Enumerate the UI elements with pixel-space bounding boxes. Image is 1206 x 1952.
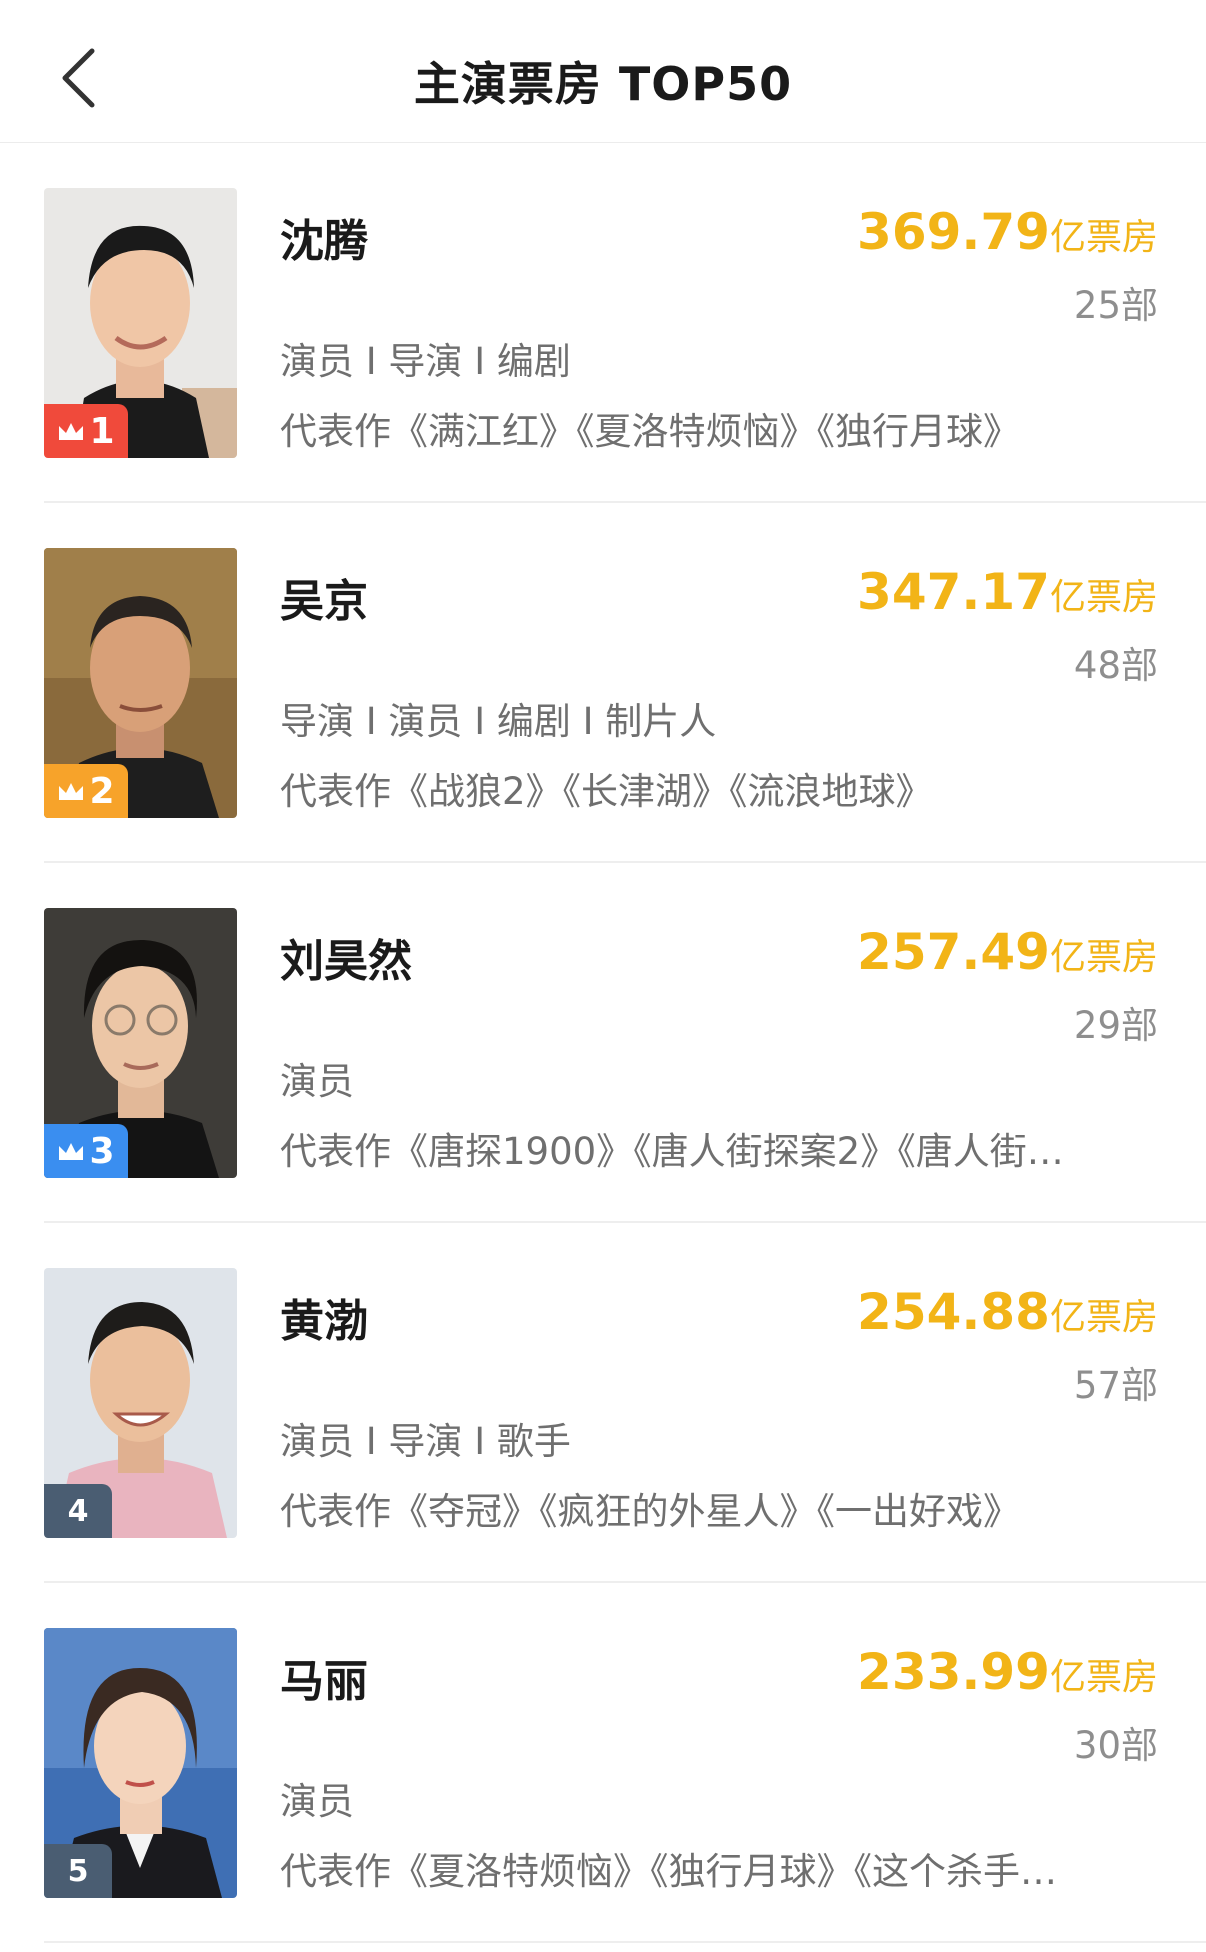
- list-item[interactable]: 2 吴京 347.17亿票房 48部 导演 I 演员 I 编剧 I 制片人 代表…: [0, 503, 1206, 863]
- actor-roles: 导演 I 演员 I 编剧 I 制片人: [280, 700, 717, 743]
- box-office-unit: 亿票房: [1049, 217, 1158, 258]
- avatar: 5: [44, 1628, 237, 1898]
- list-item[interactable]: 3 刘昊然 257.49亿票房 29部 演员 代表作《唐探1900》《唐人街探案…: [0, 863, 1206, 1223]
- box-office-value: 347.17: [857, 563, 1050, 621]
- rank-number: 1: [89, 410, 115, 452]
- actor-name: 吴京: [280, 576, 368, 627]
- divider: [44, 1941, 1206, 1943]
- film-count: 48部: [1073, 644, 1158, 687]
- list-item[interactable]: 4 黄渤 254.88亿票房 57部 演员 I 导演 I 歌手 代表作《夺冠》《…: [0, 1223, 1206, 1583]
- box-office: 369.79亿票房: [857, 203, 1158, 261]
- rank-number: 5: [67, 1853, 89, 1889]
- actor-roles: 演员 I 导演 I 歌手: [280, 1420, 571, 1463]
- crown-icon: [59, 783, 84, 800]
- film-count: 57部: [1073, 1364, 1158, 1407]
- actor-name: 马丽: [280, 1656, 368, 1707]
- avatar: 2: [44, 548, 237, 818]
- box-office-unit: 亿票房: [1049, 1657, 1158, 1698]
- crown-icon: [59, 423, 84, 440]
- rank-number: 3: [89, 1130, 115, 1172]
- actor-name: 刘昊然: [280, 936, 412, 987]
- representative-works: 代表作《唐探1900》《唐人街探案2》《唐人街…: [280, 1130, 1064, 1173]
- film-count: 25部: [1073, 284, 1158, 327]
- actor-roles: 演员 I 导演 I 编剧: [280, 340, 571, 383]
- representative-works: 代表作《满江红》《夏洛特烦恼》《独行月球》: [280, 410, 1020, 453]
- rank-number: 4: [67, 1493, 89, 1529]
- avatar: 4: [44, 1268, 237, 1538]
- box-office: 257.49亿票房: [857, 923, 1158, 981]
- box-office: 347.17亿票房: [857, 563, 1158, 621]
- actor-name: 黄渤: [280, 1296, 368, 1347]
- box-office-value: 257.49: [857, 923, 1050, 981]
- box-office-unit: 亿票房: [1049, 577, 1158, 618]
- box-office-value: 254.88: [857, 1283, 1050, 1341]
- representative-works: 代表作《夺冠》《疯狂的外星人》《一出好戏》: [280, 1490, 1020, 1533]
- list-item[interactable]: 5 马丽 233.99亿票房 30部 演员 代表作《夏洛特烦恼》《独行月球》《这…: [0, 1583, 1206, 1943]
- avatar: 1: [44, 188, 237, 458]
- list-item[interactable]: 1 沈腾 369.79亿票房 25部 演员 I 导演 I 编剧 代表作《满江红》…: [0, 143, 1206, 503]
- box-office-unit: 亿票房: [1049, 1297, 1158, 1338]
- rank-badge: 1: [44, 404, 128, 458]
- top-bar: 主演票房 TOP50: [0, 0, 1206, 143]
- box-office-unit: 亿票房: [1049, 937, 1158, 978]
- actor-name: 沈腾: [280, 216, 368, 267]
- rank-number: 2: [89, 770, 115, 812]
- box-office: 254.88亿票房: [857, 1283, 1158, 1341]
- actor-list: 1 沈腾 369.79亿票房 25部 演员 I 导演 I 编剧 代表作《满江红》…: [0, 143, 1206, 1943]
- film-count: 29部: [1073, 1004, 1158, 1047]
- page-title: 主演票房 TOP50: [413, 57, 793, 111]
- film-count: 30部: [1073, 1724, 1158, 1767]
- actor-roles: 演员: [280, 1780, 354, 1823]
- avatar: 3: [44, 908, 237, 1178]
- rank-badge: 2: [44, 764, 128, 818]
- rank-badge: 3: [44, 1124, 128, 1178]
- actor-roles: 演员: [280, 1060, 354, 1103]
- box-office-value: 233.99: [857, 1643, 1050, 1701]
- box-office-value: 369.79: [857, 203, 1050, 261]
- rank-badge: 5: [44, 1844, 112, 1898]
- crown-icon: [59, 1143, 84, 1160]
- box-office: 233.99亿票房: [857, 1643, 1158, 1701]
- representative-works: 代表作《夏洛特烦恼》《独行月球》《这个杀手…: [280, 1850, 1057, 1893]
- rank-badge: 4: [44, 1484, 112, 1538]
- representative-works: 代表作《战狼2》《长津湖》《流浪地球》: [280, 770, 933, 813]
